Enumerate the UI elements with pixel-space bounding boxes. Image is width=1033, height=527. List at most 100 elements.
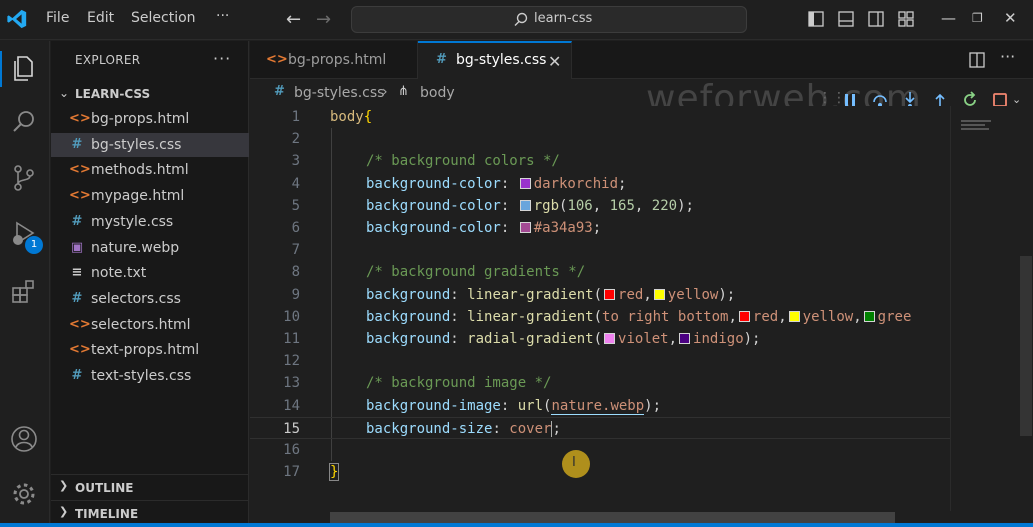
color-swatch[interactable] bbox=[604, 333, 616, 344]
code-line[interactable]: 13 /* background image */ bbox=[250, 372, 950, 394]
chevron-right-icon: › bbox=[382, 84, 388, 100]
accounts-icon[interactable] bbox=[9, 424, 39, 454]
css-file-icon: # bbox=[71, 290, 83, 306]
customize-layout-icon[interactable] bbox=[897, 10, 915, 28]
color-swatch[interactable] bbox=[738, 310, 750, 322]
vscode-logo-icon[interactable] bbox=[6, 8, 28, 30]
property-token: background-image bbox=[366, 397, 501, 414]
code-line[interactable]: 5 background-color: rgb(106, 165, 220); bbox=[250, 195, 950, 217]
code-line[interactable]: 4 background-color: darkorchid; bbox=[250, 173, 950, 195]
code-line[interactable]: 16 bbox=[250, 439, 950, 461]
number-token: 165 bbox=[609, 197, 635, 214]
code-line[interactable]: 8 /* background gradients */ bbox=[250, 261, 950, 283]
line-number: 3 bbox=[291, 153, 300, 170]
code-line[interactable]: 3 /* background colors */ bbox=[250, 150, 950, 172]
file-item-text-props-html[interactable]: <> text-props.html bbox=[51, 338, 249, 362]
color-swatch[interactable] bbox=[519, 222, 531, 233]
extensions-icon[interactable] bbox=[9, 277, 39, 307]
toggle-secondary-sidebar-icon[interactable] bbox=[867, 10, 885, 28]
close-window-icon[interactable]: ✕ bbox=[1004, 9, 1017, 27]
color-swatch[interactable] bbox=[788, 310, 800, 322]
outline-section[interactable]: ❯ OUTLINE bbox=[51, 474, 249, 498]
file-item-bg-styles-css[interactable]: # bg-styles.css bbox=[51, 132, 249, 157]
close-tab-icon[interactable]: ✕ bbox=[548, 52, 561, 71]
image-file-icon: ▣ bbox=[70, 239, 84, 255]
command-center[interactable]: learn-css bbox=[351, 6, 747, 33]
vertical-scrollbar[interactable] bbox=[1018, 106, 1033, 511]
function-token: linear-gradient bbox=[467, 308, 594, 325]
file-item-mypage-html[interactable]: <> mypage.html bbox=[51, 184, 249, 208]
value-token: gree bbox=[877, 308, 912, 325]
source-control-icon[interactable] bbox=[9, 163, 39, 193]
minimap-line bbox=[961, 120, 991, 122]
function-token: radial-gradient bbox=[467, 331, 594, 347]
nav-back-icon[interactable]: ← bbox=[286, 9, 301, 30]
file-item-bg-props-html[interactable]: <> bg-props.html bbox=[51, 107, 249, 131]
file-item-text-styles-css[interactable]: # text-styles.css bbox=[51, 364, 249, 388]
property-token: background-color bbox=[366, 197, 501, 214]
menu-edit[interactable]: Edit bbox=[87, 10, 114, 26]
value-token: violet bbox=[618, 331, 669, 347]
line-number: 2 bbox=[291, 131, 300, 148]
breadcrumb-file[interactable]: bg-styles.css bbox=[294, 85, 384, 101]
code-line[interactable]: 1 body{ bbox=[250, 106, 950, 128]
file-item-note-txt[interactable]: ≡ note.txt bbox=[51, 261, 249, 285]
status-bar bbox=[0, 523, 1033, 527]
menu-more-icon[interactable]: ··· bbox=[216, 8, 229, 24]
value-token: yellow bbox=[802, 308, 854, 325]
scrollbar-thumb[interactable] bbox=[1020, 256, 1032, 436]
file-item-mystyle-css[interactable]: # mystyle.css bbox=[51, 210, 249, 234]
code-line-current[interactable]: 15 background-size: cover; bbox=[250, 416, 950, 439]
code-line[interactable]: 2 bbox=[250, 128, 950, 150]
menu-selection[interactable]: Selection bbox=[131, 10, 196, 26]
code-line[interactable]: 6 background-color: #a34a93; bbox=[250, 217, 950, 239]
folder-header[interactable]: ⌄ LEARN-CSS bbox=[51, 84, 249, 106]
nav-forward-icon[interactable]: → bbox=[316, 9, 331, 30]
toggle-primary-sidebar-icon[interactable] bbox=[807, 10, 825, 28]
code-line[interactable]: 12 bbox=[250, 350, 950, 372]
property-token: background-color bbox=[366, 175, 501, 192]
code-line[interactable]: 17} bbox=[250, 461, 950, 483]
code-editor[interactable]: 1 body{ 2 3 /* background colors */ 4 backg… bbox=[250, 106, 950, 511]
color-swatch[interactable] bbox=[653, 288, 665, 300]
code-line[interactable]: 11 background: radial-gradient(violet, ind… bbox=[250, 328, 950, 350]
file-item-selectors-html[interactable]: <> selectors.html bbox=[51, 313, 249, 337]
color-swatch[interactable] bbox=[519, 199, 531, 211]
toggle-panel-icon[interactable] bbox=[837, 10, 855, 28]
color-swatch[interactable] bbox=[679, 333, 691, 344]
file-label: nature.webp bbox=[91, 239, 180, 256]
code-line[interactable]: 9 background: linear-gradient(red, yellow)… bbox=[250, 284, 950, 306]
file-label: bg-props.html bbox=[91, 111, 190, 127]
tab-bg-props-html[interactable]: <> bg-props.html bbox=[250, 41, 418, 79]
value-token: red bbox=[618, 286, 644, 303]
breadcrumb-symbol[interactable]: body bbox=[420, 85, 455, 101]
explorer-more-icon[interactable]: ··· bbox=[213, 49, 231, 68]
minimize-icon[interactable]: — bbox=[941, 9, 956, 27]
tab-bg-styles-css[interactable]: # bg-styles.css ✕ bbox=[418, 41, 572, 79]
html-file-icon: <> bbox=[69, 162, 91, 178]
code-line[interactable]: 14 background-image: url(nature.webp); bbox=[250, 395, 950, 417]
file-item-methods-html[interactable]: <> methods.html bbox=[51, 158, 249, 182]
file-item-nature-webp[interactable]: ▣ nature.webp bbox=[51, 236, 249, 260]
code-line[interactable]: 7 bbox=[250, 239, 950, 261]
line-number: 14 bbox=[283, 397, 300, 414]
timeline-section[interactable]: ❯ TIMELINE bbox=[51, 500, 249, 524]
editor-more-icon[interactable]: ··· bbox=[1000, 47, 1018, 66]
restore-icon[interactable]: ❐ bbox=[972, 11, 983, 25]
color-swatch[interactable] bbox=[604, 288, 616, 300]
search-view-icon[interactable] bbox=[9, 107, 39, 137]
file-label: selectors.css bbox=[91, 290, 181, 307]
settings-gear-icon[interactable] bbox=[9, 479, 39, 509]
explorer-files-icon[interactable] bbox=[9, 53, 39, 83]
split-editor-icon[interactable] bbox=[968, 51, 986, 69]
color-swatch[interactable] bbox=[519, 177, 531, 189]
file-item-selectors-css[interactable]: # selectors.css bbox=[51, 287, 249, 311]
minimap[interactable] bbox=[950, 106, 1018, 511]
code-line[interactable]: 10 background: linear-gradient(to right b… bbox=[250, 306, 950, 328]
file-label: text-styles.css bbox=[91, 368, 192, 384]
chevron-right-icon: ❯ bbox=[59, 505, 69, 518]
menu-file[interactable]: File bbox=[46, 10, 69, 26]
property-token: background bbox=[366, 286, 451, 303]
color-swatch[interactable] bbox=[863, 310, 875, 322]
line-number: 10 bbox=[283, 308, 300, 325]
